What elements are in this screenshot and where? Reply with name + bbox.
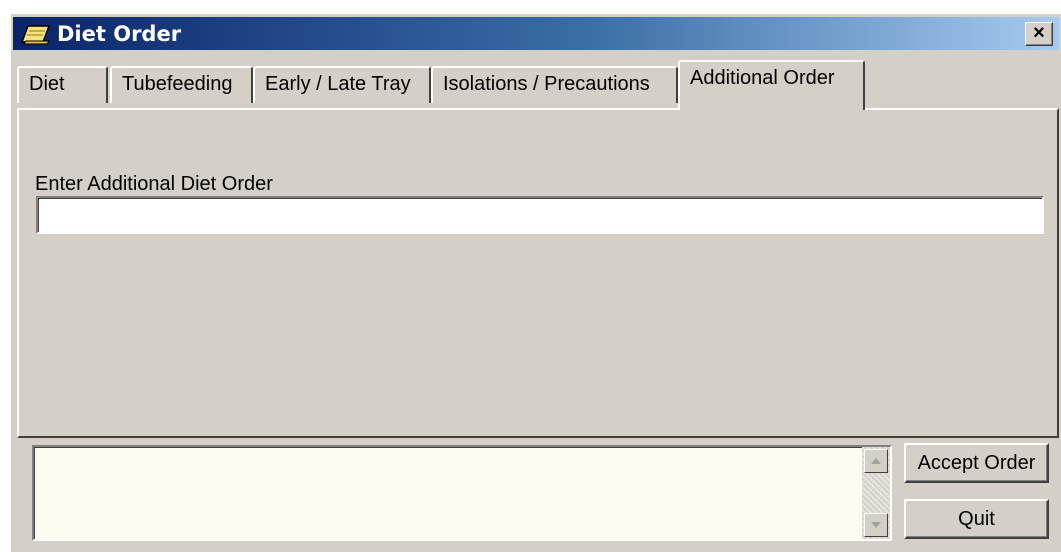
scroll-down-button[interactable] (864, 513, 888, 537)
window-title: Diet Order (57, 22, 182, 46)
diet-order-window: Diet Order × Diet Tubefeeding Early / La… (10, 13, 1061, 552)
title-bar[interactable]: Diet Order × (13, 17, 1059, 50)
tab-tubefeeding[interactable]: Tubefeeding (110, 66, 253, 103)
tab-early-late-tray[interactable]: Early / Late Tray (253, 66, 431, 103)
quit-button[interactable]: Quit (904, 499, 1049, 539)
close-icon: × (1033, 22, 1045, 44)
additional-order-panel: Enter Additional Diet Order (17, 108, 1059, 438)
arrow-up-icon (871, 458, 881, 464)
tab-strip: Diet Tubefeeding Early / Late Tray Isola… (11, 59, 1061, 110)
arrow-down-icon (871, 522, 881, 528)
tab-isolations-precautions[interactable]: Isolations / Precautions (431, 66, 678, 103)
close-button[interactable]: × (1025, 22, 1053, 46)
memo-scrollbar[interactable] (862, 447, 890, 539)
scroll-up-button[interactable] (864, 449, 888, 473)
additional-order-label: Enter Additional Diet Order (35, 173, 273, 195)
tab-additional-order[interactable]: Additional Order (678, 60, 865, 110)
tab-diet[interactable]: Diet (17, 66, 108, 103)
order-summary-memo[interactable] (32, 445, 892, 541)
additional-diet-order-input[interactable] (36, 196, 1044, 234)
notepad-pencil-icon (19, 22, 53, 46)
accept-order-button[interactable]: Accept Order (904, 443, 1049, 483)
